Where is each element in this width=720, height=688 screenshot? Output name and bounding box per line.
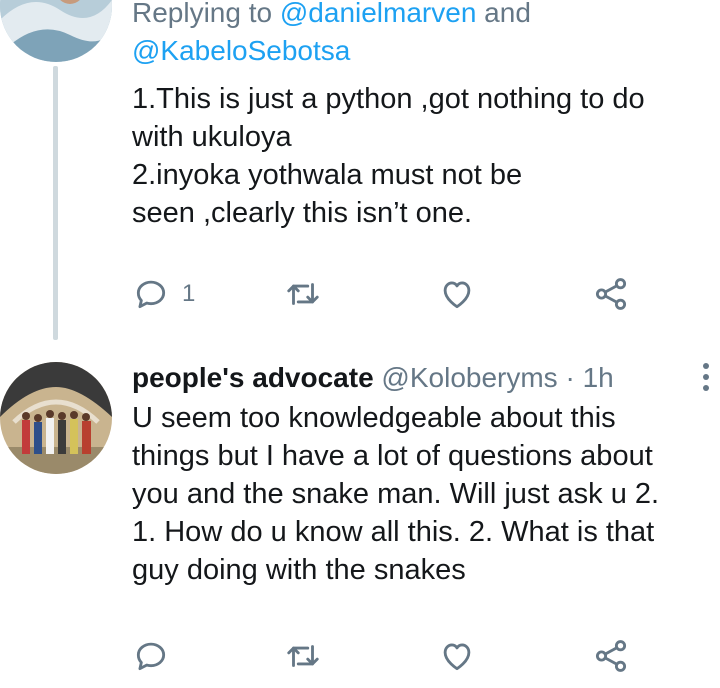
- tweet-actions: [132, 634, 720, 678]
- retweet-button[interactable]: [284, 634, 334, 678]
- tweet-reply-1[interactable]: Replying to @danielmarven and @KabeloSeb…: [0, 0, 720, 340]
- tweet-text: U seem too knowledgeable about this thin…: [132, 402, 660, 586]
- thread-connector-line: [53, 66, 58, 340]
- reply-button[interactable]: [132, 634, 182, 678]
- share-button[interactable]: [592, 634, 630, 678]
- mention-link[interactable]: @KabeloSebotsa: [132, 35, 350, 66]
- reply-button[interactable]: 1: [132, 272, 195, 316]
- and-label: and: [476, 0, 531, 28]
- retweet-button[interactable]: [284, 272, 334, 316]
- retweet-icon: [287, 645, 319, 667]
- reply-count: 1: [182, 280, 196, 307]
- tweet-reply-2[interactable]: people's advocate @Koloberyms · 1h U see…: [0, 340, 720, 688]
- avatar[interactable]: [0, 0, 112, 62]
- avatar[interactable]: [0, 362, 112, 474]
- timestamp[interactable]: 1h: [583, 362, 614, 393]
- separator-dot: ·: [565, 362, 575, 393]
- display-name[interactable]: people's advocate: [132, 362, 374, 393]
- replying-to-line: Replying to @danielmarven and @KabeloSeb…: [132, 0, 720, 70]
- user-handle[interactable]: @Koloberyms: [381, 362, 557, 393]
- share-icon: [595, 278, 627, 310]
- tweet-text: 1.This is just a python ,got nothing to …: [132, 83, 645, 229]
- reply-icon: [136, 642, 166, 671]
- share-icon: [595, 640, 627, 672]
- more-vertical-icon[interactable]: [702, 362, 710, 392]
- share-button[interactable]: [592, 272, 630, 316]
- retweet-icon: [287, 283, 319, 305]
- like-button[interactable]: [438, 272, 488, 316]
- like-button[interactable]: [438, 634, 488, 678]
- reply-icon: [136, 280, 166, 309]
- heart-icon: [443, 643, 471, 671]
- tweet-actions: 1: [132, 272, 720, 316]
- tweet-header: people's advocate @Koloberyms · 1h: [132, 358, 720, 398]
- mention-link[interactable]: @danielmarven: [280, 0, 477, 28]
- heart-icon: [443, 281, 471, 309]
- replying-to-label: Replying to: [132, 0, 280, 28]
